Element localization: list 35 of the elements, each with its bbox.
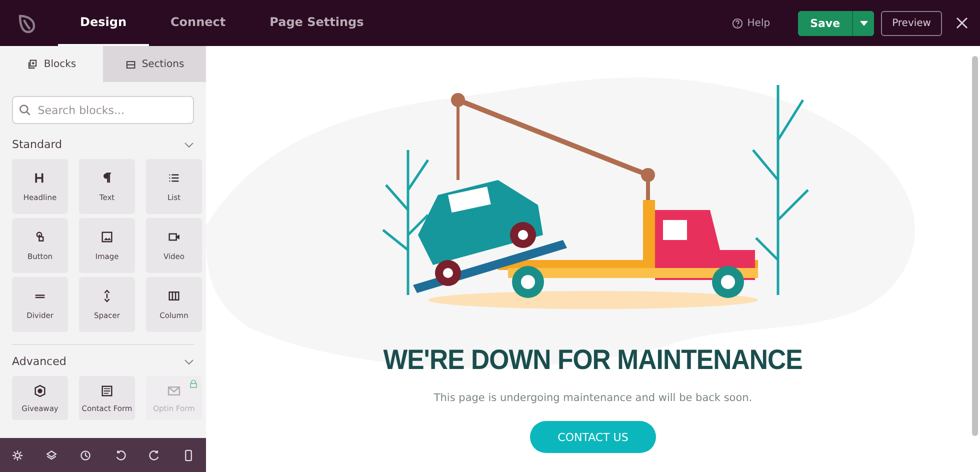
giveaway-icon	[33, 384, 47, 398]
layers-icon[interactable]	[44, 448, 58, 462]
sidebar-tab[interactable]: Sections	[103, 46, 206, 82]
blocks-icon	[26, 58, 38, 70]
close-icon[interactable]	[956, 17, 968, 29]
save-options-button[interactable]	[852, 10, 874, 36]
history-icon[interactable]	[79, 448, 92, 462]
page-heading: WE'RE DOWN FOR MAINTENANCE	[383, 344, 803, 376]
undo-icon[interactable]	[114, 448, 127, 462]
caret-icon	[860, 20, 868, 26]
nav-tab[interactable]: Connect	[148, 0, 248, 46]
scrollbar-thumb[interactable]	[972, 56, 978, 436]
mail-icon	[167, 384, 181, 398]
nav-tab[interactable]: Page Settings	[248, 0, 386, 46]
chevron-down-icon[interactable]	[184, 358, 194, 364]
form-icon	[100, 384, 114, 398]
sections-icon	[124, 58, 136, 70]
search-field[interactable]: Search blocks...	[12, 96, 194, 124]
help-icon	[732, 18, 744, 28]
sidebar-tab[interactable]: Blocks	[0, 46, 103, 82]
page-description: This page is undergoing maintenance and will be back soon.	[434, 392, 752, 404]
preview-button[interactable]: Preview	[881, 10, 942, 36]
help-link[interactable]: Help	[726, 16, 776, 30]
redo-icon[interactable]	[148, 448, 161, 462]
section-heading: Standard	[12, 138, 62, 151]
leaf-logo-icon[interactable]	[16, 12, 38, 34]
image-icon	[100, 230, 114, 244]
lock-icon	[190, 380, 197, 388]
save-button[interactable]: Save	[798, 10, 852, 36]
settings-icon[interactable]	[10, 448, 24, 462]
search-icon	[19, 104, 31, 116]
section-heading: Advanced	[12, 355, 66, 368]
chevron-down-icon[interactable]	[184, 142, 194, 148]
search-input[interactable]: Search blocks...	[36, 102, 187, 118]
column-icon	[167, 289, 181, 303]
